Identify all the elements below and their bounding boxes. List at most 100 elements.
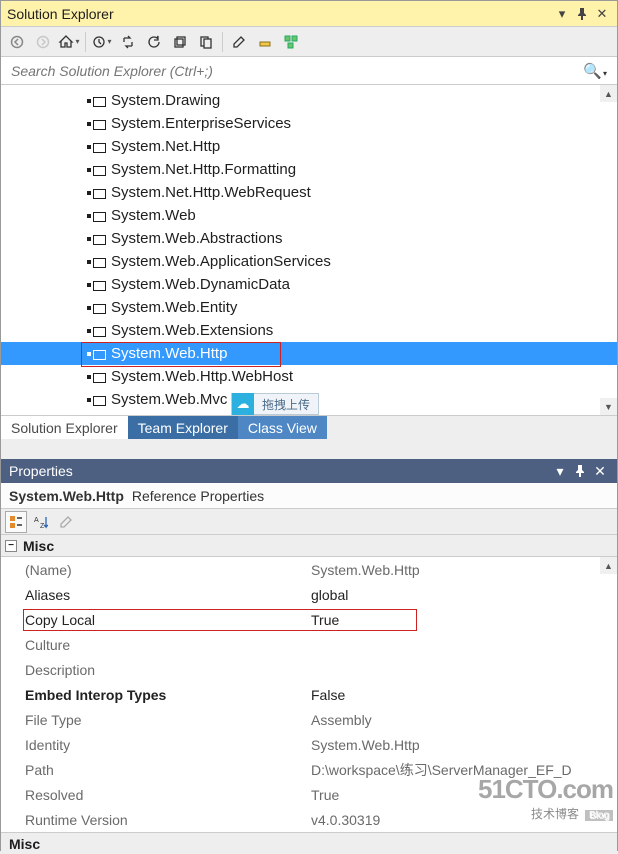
reference-label: System.Net.Http.WebRequest bbox=[111, 184, 311, 201]
reference-label: System.Web.Http.WebHost bbox=[111, 368, 293, 385]
reference-label: System.Web.DynamicData bbox=[111, 276, 290, 293]
property-value: v4.0.30319 bbox=[306, 812, 617, 828]
reference-label: System.Web.ApplicationServices bbox=[111, 253, 331, 270]
property-row[interactable]: IdentitySystem.Web.Http bbox=[1, 732, 617, 757]
categorized-button[interactable] bbox=[5, 511, 27, 533]
reference-label: System.Web.Abstractions bbox=[111, 230, 282, 247]
panel-tab[interactable]: Solution Explorer bbox=[1, 416, 128, 439]
view-class-diagram-button[interactable] bbox=[279, 30, 303, 54]
properties-toolbar: AZ bbox=[1, 509, 617, 535]
reference-label: System.Web.Extensions bbox=[111, 322, 273, 339]
property-value: System.Web.Http bbox=[306, 562, 617, 578]
property-name: File Type bbox=[1, 712, 306, 728]
reference-item[interactable]: System.Net.Http bbox=[1, 135, 617, 158]
property-row[interactable]: Culture bbox=[1, 632, 617, 657]
property-row[interactable]: Copy LocalTrue bbox=[1, 607, 617, 632]
property-row[interactable]: Aliasesglobal bbox=[1, 582, 617, 607]
upload-badge[interactable]: ☁ 拖拽上传 bbox=[231, 393, 319, 415]
property-row[interactable]: File TypeAssembly bbox=[1, 707, 617, 732]
reference-icon bbox=[87, 325, 105, 337]
sync-button[interactable] bbox=[116, 30, 140, 54]
reference-icon bbox=[87, 394, 105, 406]
svg-text:A: A bbox=[34, 517, 39, 524]
search-icon[interactable]: 🔍▾ bbox=[583, 62, 607, 80]
reference-label: System.EnterpriseServices bbox=[111, 115, 291, 132]
panel-tab[interactable]: Class View bbox=[238, 416, 327, 439]
property-name: Identity bbox=[1, 737, 306, 753]
property-value: True bbox=[306, 787, 617, 803]
properties-titlebar: Properties ▾ ✕ bbox=[1, 459, 617, 483]
property-row[interactable]: ResolvedTrue bbox=[1, 782, 617, 807]
reference-label: System.Web.Http bbox=[111, 345, 227, 362]
property-value: False bbox=[306, 687, 617, 703]
pending-changes-filter-button[interactable]: ▾ bbox=[90, 30, 114, 54]
subject-type: Reference Properties bbox=[132, 488, 264, 504]
reference-icon bbox=[87, 302, 105, 314]
reference-item[interactable]: System.Web.Extensions bbox=[1, 319, 617, 342]
reference-item[interactable]: System.Web.DynamicData bbox=[1, 273, 617, 296]
property-row[interactable]: Runtime Versionv4.0.30319 bbox=[1, 807, 617, 832]
reference-item[interactable]: System.Web.Abstractions bbox=[1, 227, 617, 250]
reference-item[interactable]: System.Net.Http.WebRequest bbox=[1, 181, 617, 204]
reference-item[interactable]: System.Web.ApplicationServices bbox=[1, 250, 617, 273]
properties-subject: System.Web.Http Reference Properties bbox=[1, 483, 617, 509]
reference-item[interactable]: System.Net.Http.Formatting bbox=[1, 158, 617, 181]
property-row[interactable]: (Name)System.Web.Http bbox=[1, 557, 617, 582]
reference-item[interactable]: System.Drawing bbox=[1, 89, 617, 112]
property-row[interactable]: Embed Interop TypesFalse bbox=[1, 682, 617, 707]
reference-icon bbox=[87, 187, 105, 199]
property-name: Path bbox=[1, 762, 306, 778]
solution-explorer-titlebar: Solution Explorer ▾ ✕ bbox=[1, 1, 617, 27]
property-name: Runtime Version bbox=[1, 812, 306, 828]
property-name: Embed Interop Types bbox=[1, 687, 306, 703]
scroll-up-button[interactable]: ▲ bbox=[600, 557, 617, 574]
close-icon[interactable]: ✕ bbox=[593, 5, 611, 23]
reference-icon bbox=[87, 233, 105, 245]
scroll-up-button[interactable]: ▲ bbox=[600, 85, 617, 102]
reference-item[interactable]: System.EnterpriseServices bbox=[1, 112, 617, 135]
back-button[interactable] bbox=[5, 30, 29, 54]
collapse-all-button[interactable] bbox=[168, 30, 192, 54]
alphabetical-button[interactable]: AZ bbox=[30, 511, 52, 533]
search-input[interactable] bbox=[11, 63, 583, 79]
auto-hide-pin-icon[interactable] bbox=[573, 5, 591, 23]
reference-icon bbox=[87, 256, 105, 268]
properties-button[interactable] bbox=[227, 30, 251, 54]
solution-explorer-toolbar: ▾ ▾ bbox=[1, 27, 617, 57]
window-position-dropdown[interactable]: ▾ bbox=[553, 5, 571, 23]
preview-button[interactable] bbox=[253, 30, 277, 54]
search-bar: 🔍▾ bbox=[1, 57, 617, 85]
window-position-dropdown[interactable]: ▾ bbox=[551, 462, 569, 480]
property-row[interactable]: PathD:\workspace\练习\ServerManager_EF_D bbox=[1, 757, 617, 782]
reference-item[interactable]: System.Web bbox=[1, 204, 617, 227]
forward-button[interactable] bbox=[31, 30, 55, 54]
category-header[interactable]: − Misc bbox=[1, 535, 617, 557]
refresh-button[interactable] bbox=[142, 30, 166, 54]
reference-icon bbox=[87, 95, 105, 107]
cloud-upload-icon: ☁ bbox=[232, 393, 254, 415]
show-all-files-button[interactable] bbox=[194, 30, 218, 54]
reference-item[interactable]: System.Web.Entity bbox=[1, 296, 617, 319]
reference-label: System.Web.Mvc bbox=[111, 391, 227, 408]
reference-item[interactable]: System.Web.Http.WebHost bbox=[1, 365, 617, 388]
property-name: Culture bbox=[1, 637, 306, 653]
property-row[interactable]: Description bbox=[1, 657, 617, 682]
reference-label: System.Net.Http bbox=[111, 138, 220, 155]
reference-icon bbox=[87, 279, 105, 291]
scroll-down-button[interactable]: ▼ bbox=[600, 398, 617, 415]
property-name: Description bbox=[1, 662, 306, 678]
panel-tabs: Solution ExplorerTeam ExplorerClass View bbox=[1, 415, 617, 439]
reference-icon bbox=[87, 141, 105, 153]
property-pages-button[interactable] bbox=[55, 511, 77, 533]
reference-item[interactable]: System.Web.Http bbox=[1, 342, 617, 365]
solution-tree: System.Drawing System.EnterpriseServices S… bbox=[1, 85, 617, 415]
property-value: System.Web.Http bbox=[306, 737, 617, 753]
property-value: global bbox=[306, 587, 617, 603]
auto-hide-pin-icon[interactable] bbox=[571, 462, 589, 480]
reference-icon bbox=[87, 210, 105, 222]
close-icon[interactable]: ✕ bbox=[591, 462, 609, 480]
collapse-toggle-icon[interactable]: − bbox=[5, 540, 17, 552]
home-button[interactable]: ▾ bbox=[57, 30, 81, 54]
panel-tab[interactable]: Team Explorer bbox=[128, 416, 238, 439]
category-name: Misc bbox=[23, 538, 54, 554]
